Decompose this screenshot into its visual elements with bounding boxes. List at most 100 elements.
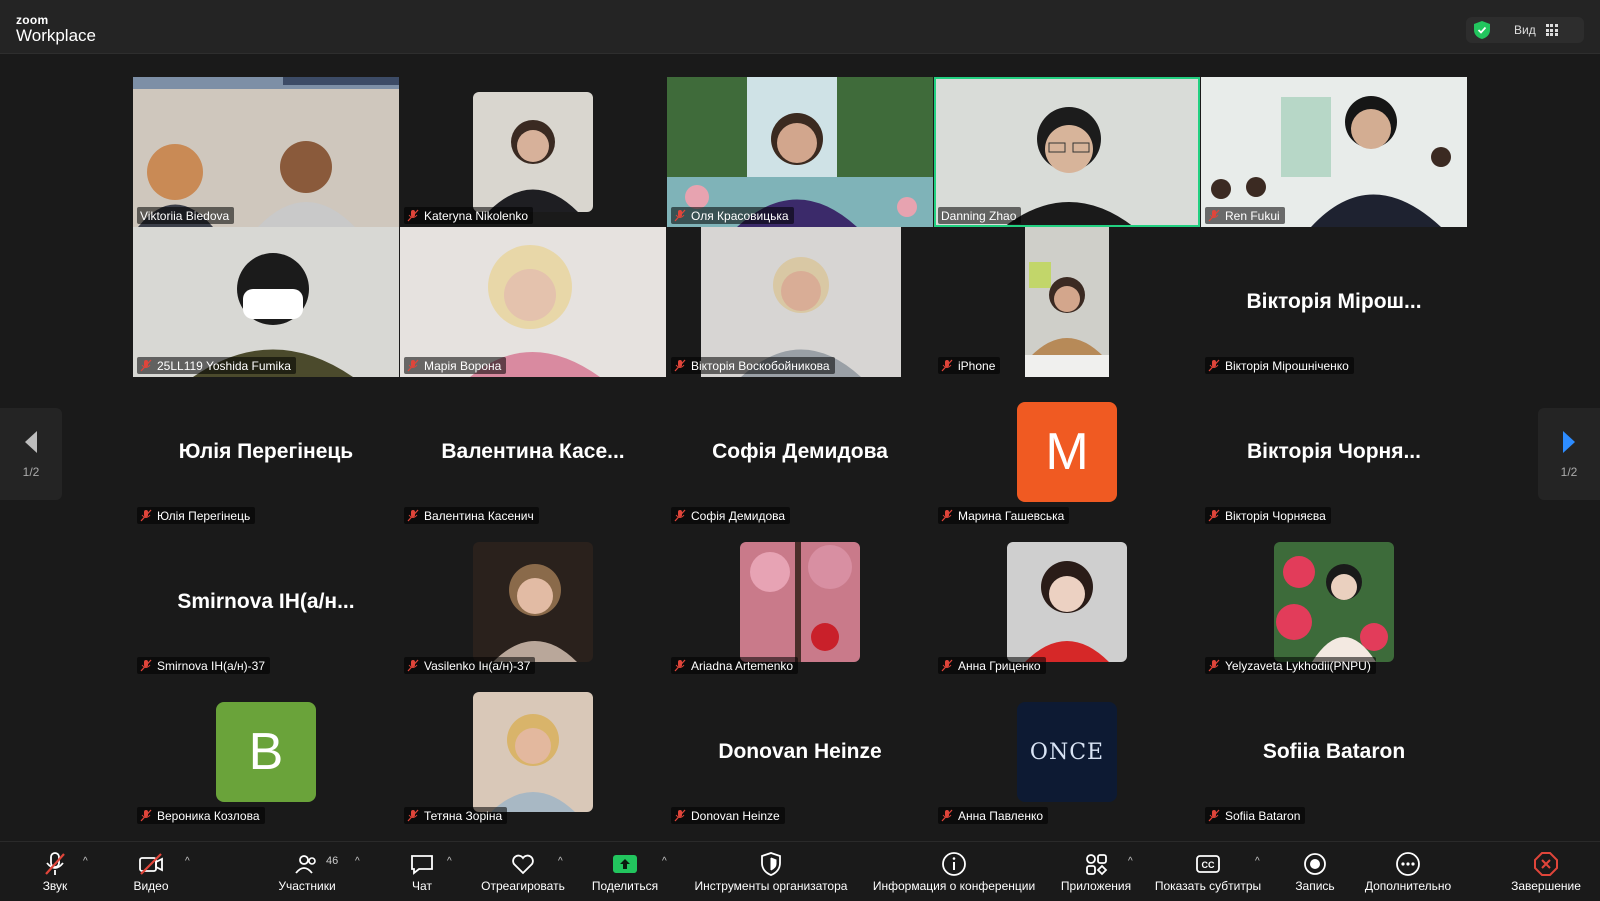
participants-options-caret-icon[interactable]: ^ xyxy=(355,856,360,867)
participant-name: Юлія Перегінець xyxy=(157,509,250,523)
react-label: Отреагировать xyxy=(481,879,565,893)
zoom-logo: zoom Workplace xyxy=(16,14,96,44)
participant-name: Smirnova ІН(а/н)-37 xyxy=(157,659,265,673)
participant-tile[interactable]: Тетяна Зоріна xyxy=(400,677,666,827)
share-screen-icon xyxy=(612,851,638,877)
participant-name-label: Ren Fukui xyxy=(1205,207,1285,224)
participant-tile[interactable]: Вікторія Чорня... Вікторія Чорняєва xyxy=(1201,377,1467,527)
participant-name: Вікторія Воскобойникова xyxy=(691,359,830,373)
muted-mic-icon xyxy=(1208,359,1220,372)
muted-mic-icon xyxy=(1208,209,1220,222)
apps-button[interactable]: Приложения xyxy=(1058,842,1134,901)
participant-tile[interactable]: Vasilenko Ін(а/н)-37 xyxy=(400,527,666,677)
participant-tile[interactable]: ONCE Анна Павленко xyxy=(934,677,1200,827)
participant-tile[interactable]: iPhone xyxy=(934,227,1200,377)
participant-name: Sofiia Bataron xyxy=(1225,809,1300,823)
participant-name: Ren Fukui xyxy=(1225,209,1280,223)
active-speaker-tile[interactable]: Danning Zhao xyxy=(934,77,1200,227)
participant-tile[interactable]: Ariadna Artemenko xyxy=(667,527,933,677)
participant-tile[interactable]: Марія Ворона xyxy=(400,227,666,377)
participant-tile[interactable]: B Вероника Козлова xyxy=(133,677,399,827)
participant-name-label: Марія Ворона xyxy=(404,357,506,374)
chat-options-caret-icon[interactable]: ^ xyxy=(447,856,452,867)
apps-options-caret-icon[interactable]: ^ xyxy=(1128,856,1133,867)
arrow-right-icon xyxy=(1559,429,1579,455)
participant-name-label: Ariadna Artemenko xyxy=(671,657,798,674)
avatar: M xyxy=(1017,402,1117,502)
participant-tile[interactable]: Ren Fukui xyxy=(1201,77,1467,227)
participant-tile[interactable]: Viktoriia Biedova xyxy=(133,77,399,227)
muted-mic-icon xyxy=(407,209,419,222)
audio-button[interactable]: Звук xyxy=(30,842,80,901)
host-tools-shield-icon xyxy=(758,851,784,877)
participant-video xyxy=(667,227,933,377)
record-button[interactable]: Запись xyxy=(1290,842,1340,901)
participant-tile[interactable]: Анна Гриценко xyxy=(934,527,1200,677)
video-button[interactable]: Видео xyxy=(126,842,176,901)
participant-video xyxy=(133,77,399,227)
meeting-info-button[interactable]: Информация о конференции xyxy=(866,842,1042,901)
participant-tile[interactable]: M Марина Гашевська xyxy=(934,377,1200,527)
react-button[interactable]: Отреагировать xyxy=(478,842,568,901)
participant-tile[interactable]: Sofiia Bataron Sofiia Bataron xyxy=(1201,677,1467,827)
muted-mic-icon xyxy=(941,809,953,822)
muted-mic-icon xyxy=(1208,509,1220,522)
participant-name-label: Viktoriia Biedova xyxy=(137,207,234,224)
captions-button[interactable]: CC Показать субтитры xyxy=(1150,842,1266,901)
participant-tile[interactable]: 25LL119 Yoshida Fumika xyxy=(133,227,399,377)
participant-tile[interactable]: Валентина Касе... Валентина Касенич xyxy=(400,377,666,527)
participant-name-label: Анна Павленко xyxy=(938,807,1048,824)
participant-name-label: Smirnova ІН(а/н)-37 xyxy=(137,657,270,674)
participant-display-name: Валентина Касе... xyxy=(400,440,666,464)
participants-button[interactable]: Участники xyxy=(272,842,342,901)
participant-tile[interactable]: Оля Красовицька xyxy=(667,77,933,227)
muted-mic-icon xyxy=(140,359,152,372)
participant-display-name: Вікторія Мірош... xyxy=(1201,290,1467,314)
info-icon xyxy=(941,851,967,877)
more-button[interactable]: Дополнительно xyxy=(1358,842,1458,901)
share-button[interactable]: Поделиться xyxy=(590,842,660,901)
view-button[interactable]: Вид xyxy=(1466,17,1584,43)
muted-mic-icon xyxy=(407,359,419,372)
participant-tile[interactable]: Софія Демидова Софія Демидова xyxy=(667,377,933,527)
next-page-button[interactable]: 1/2 xyxy=(1538,408,1600,500)
participant-video xyxy=(667,77,933,227)
participant-video xyxy=(133,227,399,377)
audio-label: Звук xyxy=(43,879,68,893)
chat-button[interactable]: Чат xyxy=(400,842,444,901)
meeting-info-label: Информация о конференции xyxy=(873,879,1035,893)
participant-tile[interactable]: Smirnova ІН(а/н... Smirnova ІН(а/н)-37 xyxy=(133,527,399,677)
participant-tile[interactable]: Вікторія Воскобойникова xyxy=(667,227,933,377)
meeting-toolbar: Звук ^ Видео ^ Участники 46 ^ Чат ^ Отре… xyxy=(0,841,1600,900)
share-options-caret-icon[interactable]: ^ xyxy=(662,856,667,867)
react-options-caret-icon[interactable]: ^ xyxy=(558,856,563,867)
participant-name: Анна Гриценко xyxy=(958,659,1041,673)
avatar-text: ONCE xyxy=(1030,740,1104,765)
more-icon xyxy=(1395,851,1421,877)
video-label: Видео xyxy=(133,879,168,893)
participant-tile[interactable]: Юлія Перегінець Юлія Перегінець xyxy=(133,377,399,527)
avatar: B xyxy=(216,702,316,802)
participant-name-label: Юлія Перегінець xyxy=(137,507,255,524)
previous-page-button[interactable]: 1/2 xyxy=(0,408,62,500)
captions-options-caret-icon[interactable]: ^ xyxy=(1255,856,1260,867)
host-tools-button[interactable]: Инструменты организатора xyxy=(686,842,856,901)
participant-tile[interactable]: Kateryna Nikolenko xyxy=(400,77,666,227)
participant-tile[interactable]: Вікторія Мірош... Вікторія Мірошніченко xyxy=(1201,227,1467,377)
participant-display-name: Smirnova ІН(а/н... xyxy=(133,590,399,614)
participant-name: Yelyzaveta Lykhodii(PNPU) xyxy=(1225,659,1371,673)
participant-name-label: Vasilenko Ін(а/н)-37 xyxy=(404,657,535,674)
participant-tile[interactable]: Yelyzaveta Lykhodii(PNPU) xyxy=(1201,527,1467,677)
video-options-caret-icon[interactable]: ^ xyxy=(185,856,190,867)
page-indicator: 1/2 xyxy=(1561,465,1578,479)
encryption-shield-icon[interactable] xyxy=(1474,21,1490,39)
audio-options-caret-icon[interactable]: ^ xyxy=(83,856,88,867)
participant-tile[interactable]: Donovan Heinze Donovan Heinze xyxy=(667,677,933,827)
end-meeting-button[interactable]: Завершение xyxy=(1500,842,1592,901)
muted-mic-icon xyxy=(407,509,419,522)
participant-photo xyxy=(1274,542,1394,662)
participant-photo xyxy=(740,542,860,662)
participant-video xyxy=(934,77,1200,227)
participant-video xyxy=(400,227,666,377)
participant-name-label: Тетяна Зоріна xyxy=(404,807,507,824)
